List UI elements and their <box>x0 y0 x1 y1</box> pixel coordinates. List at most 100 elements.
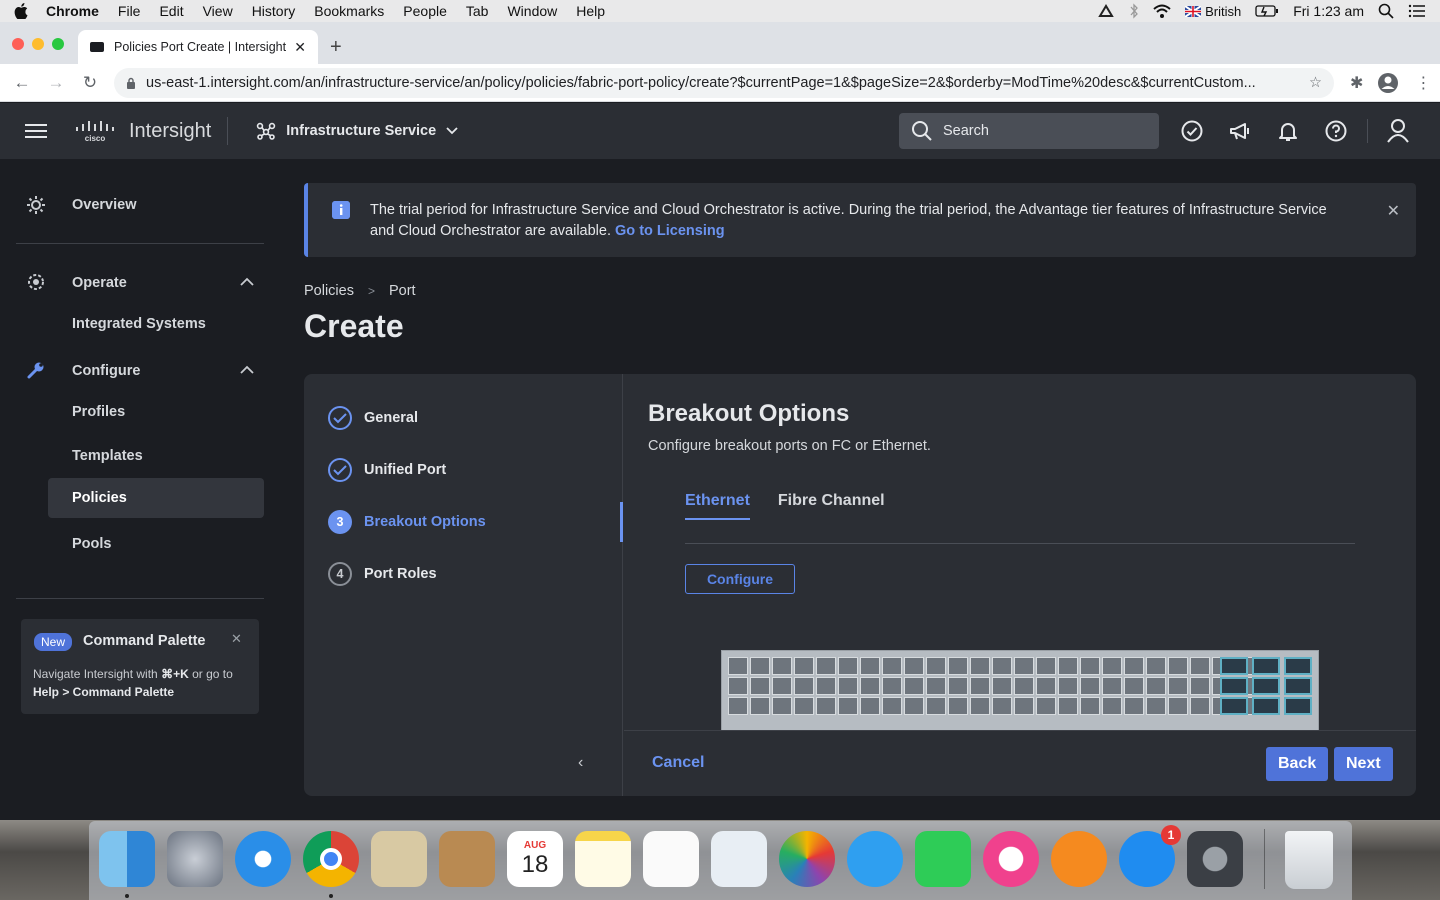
switch-port[interactable] <box>816 657 836 675</box>
step-general[interactable]: General <box>328 406 418 430</box>
switch-port[interactable] <box>1014 657 1034 675</box>
switch-port[interactable] <box>992 697 1012 715</box>
uplink-port[interactable] <box>1284 677 1312 695</box>
forward-arrow-icon[interactable]: → <box>44 73 68 93</box>
books-icon[interactable] <box>1051 831 1107 887</box>
battery-icon[interactable] <box>1255 5 1279 17</box>
switch-port[interactable] <box>772 677 792 695</box>
uplink-port[interactable] <box>1220 677 1248 695</box>
spotlight-search-icon[interactable] <box>1378 3 1394 19</box>
switch-port[interactable] <box>1058 677 1078 695</box>
switch-port[interactable] <box>728 677 748 695</box>
switch-port-diagram[interactable] <box>721 650 1319 730</box>
uplink-port[interactable] <box>1252 697 1280 715</box>
switch-port[interactable] <box>772 657 792 675</box>
switch-port[interactable] <box>838 657 858 675</box>
configure-button[interactable]: Configure <box>685 564 795 594</box>
profile-avatar-icon[interactable] <box>1377 72 1399 94</box>
app-store-icon[interactable]: 1 <box>1119 825 1181 887</box>
switch-port[interactable] <box>1058 697 1078 715</box>
switch-port[interactable] <box>750 697 770 715</box>
switch-port[interactable] <box>1190 657 1210 675</box>
switch-port[interactable] <box>794 677 814 695</box>
calendar-icon[interactable]: AUG 18 <box>507 831 563 887</box>
switch-port[interactable] <box>1014 677 1034 695</box>
collapse-chevron-left-icon[interactable]: ‹ <box>578 754 583 772</box>
switch-port[interactable] <box>970 677 990 695</box>
switch-port[interactable] <box>772 697 792 715</box>
switch-port[interactable] <box>728 697 748 715</box>
close-icon[interactable]: ✕ <box>231 631 242 647</box>
uplink-port[interactable] <box>1220 657 1248 675</box>
switch-port[interactable] <box>882 657 902 675</box>
switch-port[interactable] <box>904 677 924 695</box>
switch-port[interactable] <box>1014 697 1034 715</box>
switch-port[interactable] <box>926 657 946 675</box>
switch-port[interactable] <box>1124 677 1144 695</box>
switch-port[interactable] <box>1080 697 1100 715</box>
switch-port[interactable] <box>1036 697 1056 715</box>
switch-port[interactable] <box>750 677 770 695</box>
chevron-up-icon[interactable] <box>240 277 254 287</box>
back-arrow-icon[interactable]: ← <box>10 73 34 93</box>
switch-port[interactable] <box>1146 677 1166 695</box>
switch-port[interactable] <box>970 697 990 715</box>
browser-menu-icon[interactable]: ⋮ <box>1415 73 1431 93</box>
facetime-icon[interactable] <box>915 831 971 887</box>
switch-port[interactable] <box>794 657 814 675</box>
photos-icon[interactable] <box>779 831 835 887</box>
close-icon[interactable]: ✕ <box>1387 201 1400 221</box>
switch-port[interactable] <box>838 697 858 715</box>
tab-ethernet[interactable]: Ethernet <box>685 492 750 520</box>
bookmark-star-icon[interactable]: ☆ <box>1309 75 1322 91</box>
switch-port[interactable] <box>992 677 1012 695</box>
switch-port[interactable] <box>1168 697 1188 715</box>
menu-history[interactable]: History <box>252 3 296 19</box>
switch-port[interactable] <box>860 677 880 695</box>
switch-port[interactable] <box>948 657 968 675</box>
trash-icon[interactable] <box>1285 831 1333 889</box>
system-preferences-gear-icon[interactable] <box>1187 831 1243 887</box>
help-question-icon[interactable] <box>1324 119 1348 143</box>
service-selector[interactable]: Infrastructure Service <box>256 122 458 140</box>
hamburger-menu-icon[interactable] <box>25 120 47 142</box>
switch-port[interactable] <box>794 697 814 715</box>
uplink-port[interactable] <box>1220 697 1248 715</box>
switch-port[interactable] <box>882 677 902 695</box>
switch-port[interactable] <box>1190 697 1210 715</box>
step-port-roles[interactable]: 4 Port Roles <box>328 562 437 586</box>
switch-port[interactable] <box>970 657 990 675</box>
uplink-port[interactable] <box>1252 677 1280 695</box>
lock-icon[interactable] <box>126 77 136 89</box>
notification-center-icon[interactable] <box>1408 4 1426 18</box>
address-bar[interactable]: us-east-1.intersight.com/an/infrastructu… <box>114 67 1334 98</box>
switch-port[interactable] <box>1080 677 1100 695</box>
menu-app-name[interactable]: Chrome <box>46 3 99 19</box>
extensions-puzzle-icon[interactable]: ✱ <box>1350 73 1363 93</box>
music-icon[interactable] <box>983 831 1039 887</box>
cancel-button[interactable]: Cancel <box>652 754 704 772</box>
switch-port[interactable] <box>728 657 748 675</box>
sidebar-item-overview[interactable]: Overview <box>72 197 137 213</box>
cisco-logo[interactable]: cisco Intersight <box>75 120 211 143</box>
switch-port[interactable] <box>904 657 924 675</box>
switch-port[interactable] <box>1168 657 1188 675</box>
requests-check-icon[interactable] <box>1180 119 1204 143</box>
chevron-up-icon[interactable] <box>240 365 254 375</box>
uplink-port[interactable] <box>1252 657 1280 675</box>
switch-port[interactable] <box>1036 677 1056 695</box>
switch-port[interactable] <box>1190 677 1210 695</box>
switch-port[interactable] <box>816 677 836 695</box>
sidebar-item-policies[interactable]: Policies <box>72 490 127 506</box>
switch-port[interactable] <box>904 697 924 715</box>
user-profile-icon[interactable] <box>1386 118 1410 144</box>
menu-edit[interactable]: Edit <box>159 3 183 19</box>
reminders-icon[interactable] <box>643 831 699 887</box>
switch-port[interactable] <box>1080 657 1100 675</box>
switch-port[interactable] <box>860 697 880 715</box>
messages-icon[interactable] <box>847 831 903 887</box>
tab-close-icon[interactable]: ✕ <box>294 39 306 56</box>
sidebar-item-profiles[interactable]: Profiles <box>72 404 125 420</box>
menu-tab[interactable]: Tab <box>466 3 489 19</box>
switch-port[interactable] <box>992 657 1012 675</box>
